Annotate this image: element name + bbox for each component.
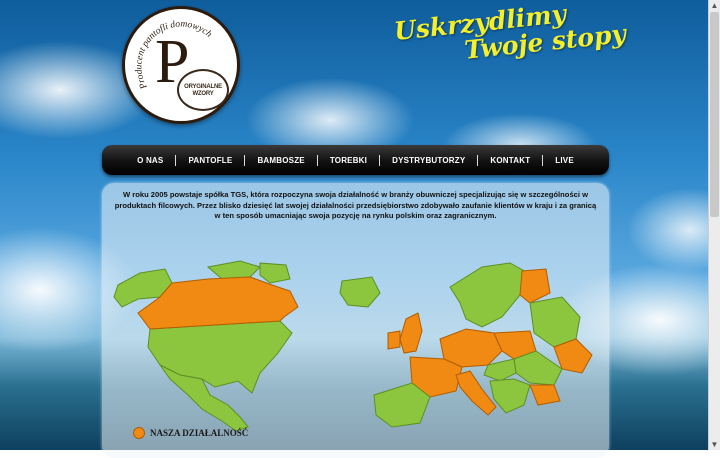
region-arctic-islands-east bbox=[259, 262, 291, 284]
nav-item-dystrybutorzy[interactable]: DYSTRYBUTORZY bbox=[380, 156, 477, 165]
scrollbar-thumb[interactable] bbox=[710, 12, 719, 217]
region-romania bbox=[513, 350, 563, 386]
scroll-up-arrow-icon[interactable]: ▲ bbox=[710, 0, 719, 11]
region-balkans bbox=[489, 378, 531, 414]
nav-separator bbox=[379, 154, 381, 166]
logo-seal: ORYGINALNE WZORY bbox=[177, 69, 229, 111]
region-scandinavia bbox=[449, 262, 529, 328]
activity-map bbox=[113, 260, 593, 432]
nav-separator bbox=[316, 154, 318, 166]
nav-separator bbox=[175, 154, 177, 166]
region-bulgaria bbox=[529, 384, 561, 406]
vertical-scrollbar[interactable]: ▲ ▼ bbox=[708, 0, 720, 450]
region-finland bbox=[519, 268, 551, 304]
nav-item-o-nas[interactable]: O NAS bbox=[125, 156, 175, 165]
scroll-down-arrow-icon[interactable]: ▼ bbox=[710, 439, 719, 450]
map-europe bbox=[373, 262, 593, 428]
region-uk bbox=[399, 312, 423, 354]
nav-item-kontakt[interactable]: KONTAKT bbox=[478, 156, 542, 165]
legend-label: NASZA DZIAŁALNOŚĆ bbox=[150, 428, 249, 438]
company-logo[interactable]: Producent pantofli domowych P ORYGINALNE… bbox=[122, 6, 240, 124]
main-navigation: O NAS PANTOFLE BAMBOSZE TOREBKI DYSTRYBU… bbox=[102, 145, 609, 175]
nav-separator bbox=[244, 154, 246, 166]
nav-item-live[interactable]: LIVE bbox=[543, 156, 586, 165]
logo-seal-line-1: ORYGINALNE bbox=[184, 84, 222, 90]
logo-seal-line-2: WZORY bbox=[192, 91, 214, 97]
nav-separator bbox=[477, 154, 479, 166]
nav-item-bambosze[interactable]: BAMBOSZE bbox=[245, 156, 316, 165]
region-arctic-islands bbox=[206, 260, 261, 280]
region-ireland bbox=[387, 330, 401, 350]
region-greenland bbox=[339, 276, 381, 308]
map-legend: NASZA DZIAŁALNOŚĆ bbox=[133, 427, 248, 439]
region-baltic-east bbox=[529, 296, 581, 348]
nav-item-torebki[interactable]: TOREBKI bbox=[318, 156, 379, 165]
legend-swatch-icon bbox=[133, 427, 145, 439]
nav-separator bbox=[542, 154, 544, 166]
intro-text: W roku 2005 powstaje spółka TGS, która r… bbox=[114, 190, 597, 220]
nav-item-pantofle[interactable]: PANTOFLE bbox=[176, 156, 244, 165]
region-usa bbox=[147, 320, 293, 394]
